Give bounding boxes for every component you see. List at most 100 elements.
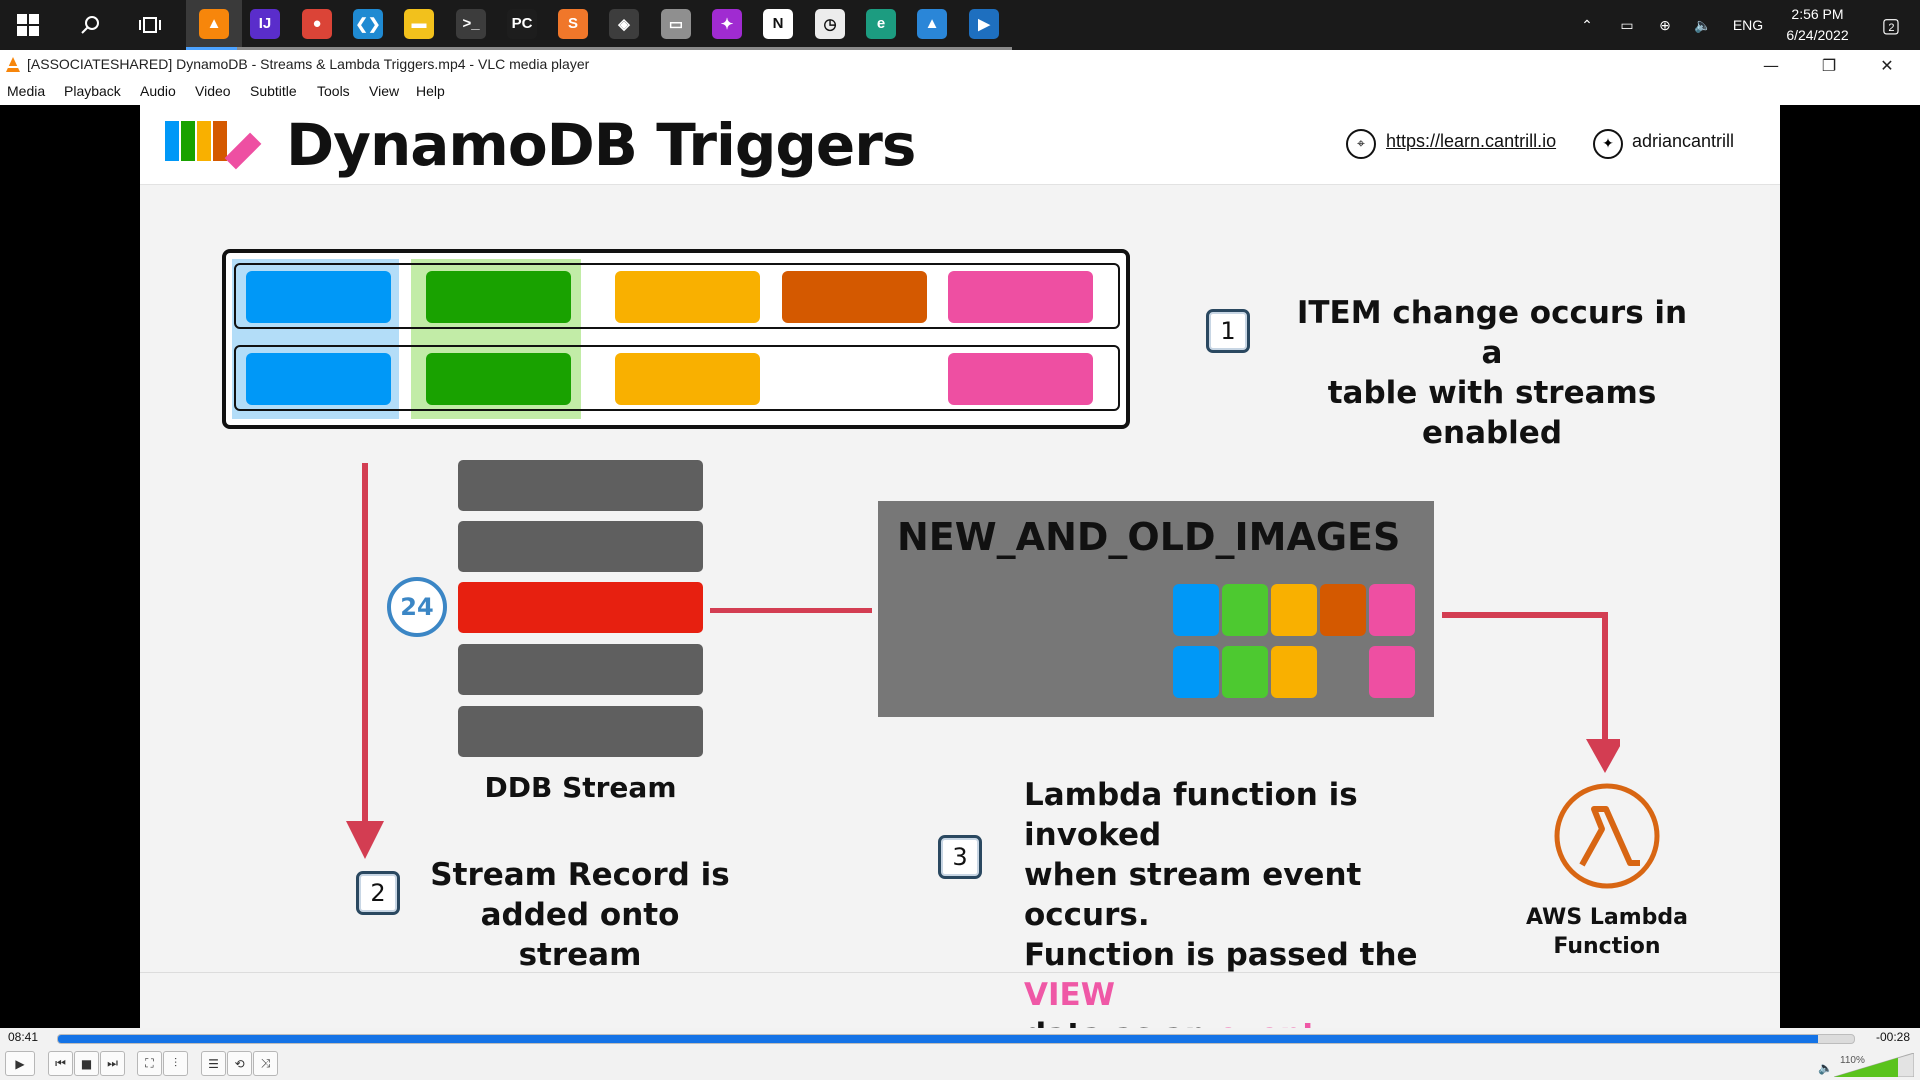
task-view-button[interactable] — [122, 0, 178, 50]
taskbar-app-file-explorer[interactable]: ▬ — [391, 0, 447, 50]
volume-icon[interactable]: 🔈 — [1688, 0, 1718, 50]
new-image-cell — [1320, 584, 1366, 636]
event-highlight: event — [1218, 1017, 1317, 1028]
taskbar-app-notion[interactable]: N — [750, 0, 806, 50]
menu-media[interactable]: Media — [7, 83, 45, 99]
twitter-icon: ✦ — [1593, 129, 1623, 159]
attribute-cell — [615, 271, 760, 323]
minimize-button[interactable]: — — [1748, 50, 1794, 80]
stream-record — [458, 521, 703, 572]
taskbar-app-clock-app[interactable]: ◷ — [802, 0, 858, 50]
attribute-cell — [948, 271, 1093, 323]
menu-help[interactable]: Help — [416, 83, 445, 99]
volume-slider[interactable] — [1834, 1053, 1914, 1077]
playlist-icon: ☰ — [208, 1056, 219, 1071]
taskbar-app-scanner[interactable]: ▭ — [648, 0, 704, 50]
fullscreen-button[interactable]: ⛶ — [137, 1051, 162, 1076]
video-frame: DynamoDB Triggers ⌖ https://learn.cantri… — [140, 105, 1780, 1028]
clock-date: 6/24/2022 — [1786, 27, 1849, 43]
battery-icon[interactable]: ▭ — [1612, 0, 1642, 50]
previous-button[interactable]: ⏮ — [48, 1051, 73, 1076]
taskbar-app-vscode[interactable]: ❮❯ — [340, 0, 396, 50]
lambda-label-line: Function — [1553, 934, 1661, 959]
new-image-cell — [1271, 584, 1317, 636]
elapsed-time: 08:41 — [8, 1030, 39, 1044]
close-button[interactable]: ✕ — [1864, 50, 1910, 80]
retention-hours: 24 — [400, 593, 434, 621]
old-image-cell — [1271, 646, 1317, 698]
loop-button[interactable]: ⟲ — [227, 1051, 252, 1076]
search-button[interactable] — [62, 0, 118, 50]
volume-speaker-icon[interactable]: 🔈 — [1818, 1061, 1833, 1075]
retention-clock-icon: 24 — [387, 577, 447, 637]
attribute-cell — [782, 271, 927, 323]
extended-settings-button[interactable]: ⫶ — [163, 1051, 188, 1076]
menu-tools[interactable]: Tools — [317, 83, 350, 99]
search-icon — [81, 16, 99, 34]
taskbar-app-vlc[interactable]: ▲ — [186, 0, 242, 50]
video-editor-icon: ▶ — [969, 8, 999, 39]
step-3-line: data as an event — [1024, 1015, 1494, 1028]
step-2-line: added onto stream — [480, 897, 680, 973]
twitter-handle: adriancantrill — [1632, 131, 1735, 151]
play-button[interactable]: ▶ — [5, 1051, 35, 1076]
compass-icon: ⌖ — [1346, 129, 1376, 159]
taskbar-app-security[interactable]: ◈ — [596, 0, 652, 50]
taskbar-app-davinci[interactable]: ✦ — [699, 0, 755, 50]
chrome-icon: ● — [302, 8, 332, 39]
menu-video[interactable]: Video — [195, 83, 231, 99]
step-3-line: Function is passed the VIEW — [1024, 935, 1494, 1015]
step-1-line: table with streams enabled — [1327, 375, 1657, 451]
pycharm-icon: PC — [507, 8, 537, 39]
seek-bar[interactable] — [57, 1034, 1855, 1044]
new-image-cell — [1173, 584, 1219, 636]
new-stream-record — [458, 582, 703, 633]
notification-center-button[interactable]: ▢ 2 — [1868, 0, 1908, 50]
menu-playback[interactable]: Playback — [64, 83, 121, 99]
seek-progress — [58, 1035, 1819, 1043]
language-indicator[interactable]: ENG — [1728, 0, 1768, 50]
attribute-cell — [426, 353, 571, 405]
slide-title: DynamoDB Triggers — [286, 111, 916, 179]
network-icon[interactable]: ⊕ — [1650, 0, 1680, 50]
taskbar-app-photos[interactable]: ▲ — [904, 0, 960, 50]
shuffle-button[interactable]: ⤨ — [253, 1051, 278, 1076]
taskbar-app-video-editor[interactable]: ▶ — [956, 0, 1012, 50]
taskbar-app-edge[interactable]: e — [853, 0, 909, 50]
stream-record — [458, 706, 703, 757]
taskbar-app-terminal[interactable]: >_ — [443, 0, 499, 50]
remaining-time: -00:28 — [1876, 1030, 1911, 1044]
menu-audio[interactable]: Audio — [140, 83, 176, 99]
chevron-up-icon[interactable]: ⌃ — [1572, 0, 1602, 50]
restore-button[interactable]: ❐ — [1806, 50, 1852, 80]
next-button[interactable]: ⏭ — [100, 1051, 125, 1076]
attribute-cell — [948, 353, 1093, 405]
system-clock[interactable]: 2:56 PM 6/24/2022 — [1765, 4, 1870, 46]
taskbar-app-chrome[interactable]: ● — [289, 0, 345, 50]
taskbar-app-intellij[interactable]: IJ — [237, 0, 293, 50]
old-image-cell — [1222, 646, 1268, 698]
player-controls: 08:41 -00:28 ▶ ⏮ ■ ⏭ ⛶ ⫶ ☰ ⟲ ⤨ 🔈 110% — [0, 1028, 1920, 1080]
old-image-cell — [1173, 646, 1219, 698]
menu-subtitle[interactable]: Subtitle — [250, 83, 297, 99]
start-button[interactable] — [0, 0, 56, 50]
stream-label: DDB Stream — [484, 771, 677, 804]
attribute-cell — [246, 271, 391, 323]
taskbar: ▲ IJ ● ❮❯ ▬ >_ PC S ◈ ▭ ✦ N ◷ e ▲ ▶ ⌃ ▭ ⊕ 🔈 ENG 2:56 PM… — [0, 0, 1920, 50]
aws-lambda-icon — [1554, 783, 1660, 889]
course-logo — [165, 121, 262, 171]
skip-forward-icon: ⏭ — [107, 1056, 118, 1070]
step-3-text-part: data as an — [1024, 1017, 1218, 1028]
menu-view[interactable]: View — [369, 83, 399, 99]
taskbar-app-pycharm[interactable]: PC — [494, 0, 550, 50]
playlist-button[interactable]: ☰ — [201, 1051, 226, 1076]
stop-icon: ■ — [80, 1056, 93, 1071]
taskbar-app-sublime[interactable]: S — [545, 0, 601, 50]
window-titlebar: [ASSOCIATESHARED] DynamoDB - Streams & L… — [0, 50, 1920, 80]
file-explorer-icon: ▬ — [404, 8, 434, 39]
stop-button[interactable]: ■ — [74, 1051, 99, 1076]
menu-bar: Media Playback Audio Video Subtitle Tool… — [0, 80, 1920, 105]
stream-view-box: NEW_AND_OLD_IMAGES — [878, 501, 1434, 717]
stream-time-arrow — [346, 463, 384, 859]
loop-icon: ⟲ — [234, 1056, 245, 1071]
